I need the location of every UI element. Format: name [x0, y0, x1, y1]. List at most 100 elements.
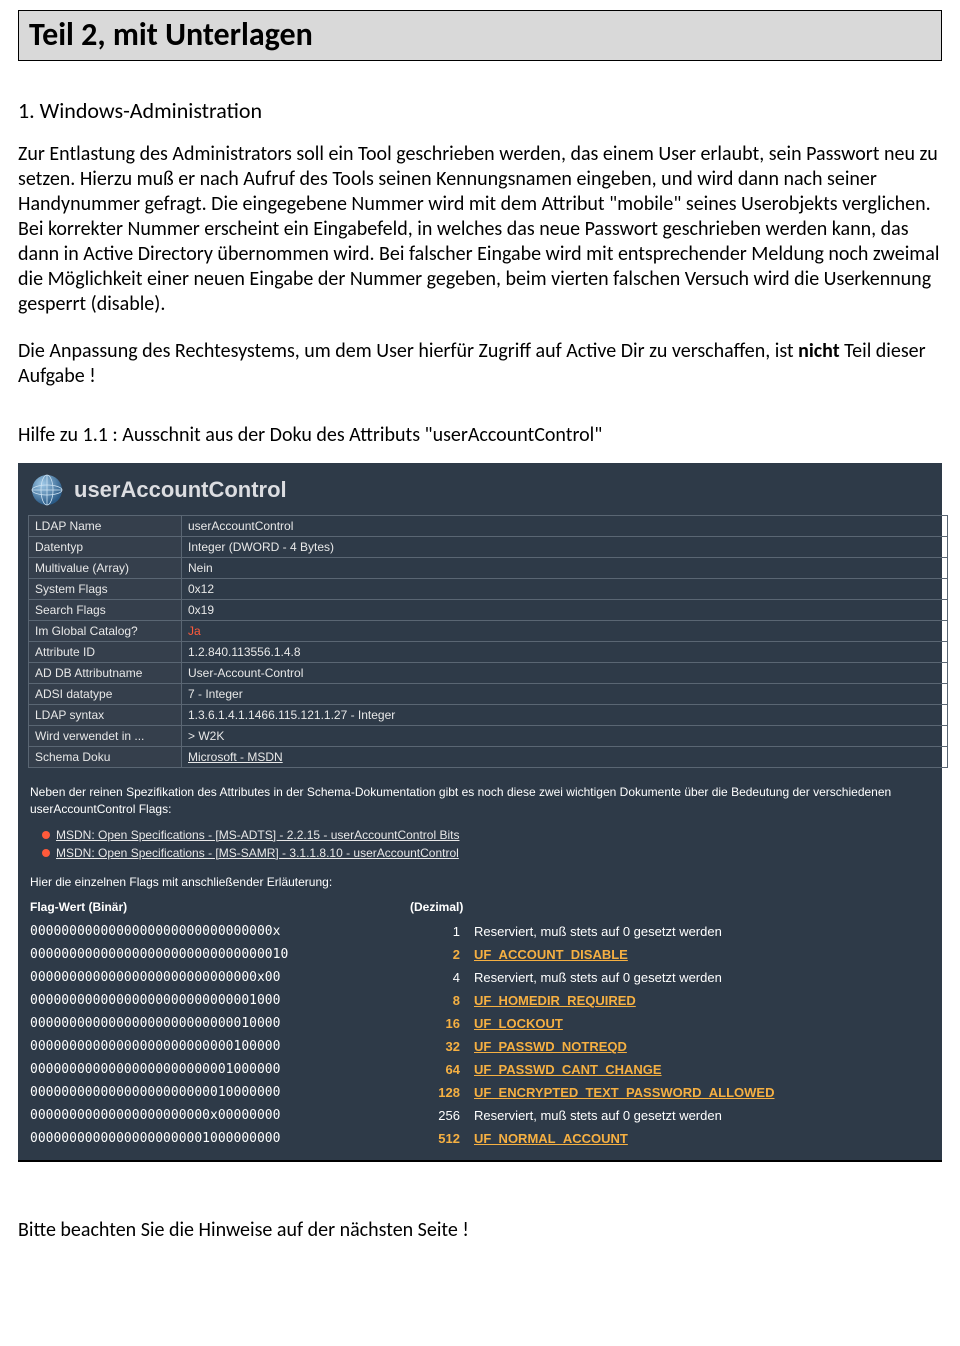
flag-row: 00000000000000000000001000000000512UF_NO…	[18, 1127, 942, 1150]
paragraph-2: Die Anpassung des Rechtesystems, um dem …	[18, 339, 942, 389]
flag-decimal: 64	[410, 1062, 474, 1077]
attr-key: Multivalue (Array)	[29, 558, 182, 579]
panel-intro: Hier die einzelnen Flags mit anschließen…	[18, 868, 942, 897]
table-row: AD DB AttributnameUser-Account-Control	[29, 663, 948, 684]
attr-key: Search Flags	[29, 600, 182, 621]
attr-value: User-Account-Control	[182, 663, 948, 684]
list-item: MSDN: Open Specifications - [MS-ADTS] - …	[42, 826, 930, 844]
flags-list: 0000000000000000000000000000000x1Reservi…	[18, 920, 942, 1150]
flag-desc: Reserviert, muß stets auf 0 gesetzt werd…	[474, 1108, 930, 1123]
page-title: Teil 2, mit Unterlagen	[29, 15, 931, 54]
attr-key: LDAP syntax	[29, 705, 182, 726]
help-heading: Hilfe zu 1.1 : Ausschnit aus der Doku de…	[18, 423, 942, 447]
title-box: Teil 2, mit Unterlagen	[18, 10, 942, 61]
attribute-table: LDAP NameuserAccountControlDatentypInteg…	[28, 515, 948, 768]
attr-value: Nein	[182, 558, 948, 579]
flag-row: 0000000000000000000000000100000064UF_PAS…	[18, 1058, 942, 1081]
doc-link[interactable]: MSDN: Open Specifications - [MS-SAMR] - …	[56, 846, 459, 860]
flag-row: 0000000000000000000000000010000032UF_PAS…	[18, 1035, 942, 1058]
attr-key: Datentyp	[29, 537, 182, 558]
flag-desc[interactable]: UF_ACCOUNT_DISABLE	[474, 947, 930, 962]
attr-value: userAccountControl	[182, 516, 948, 537]
table-row: System Flags0x12	[29, 579, 948, 600]
panel-header: userAccountControl	[18, 463, 942, 515]
attr-value: 7 - Integer	[182, 684, 948, 705]
attr-key: ADSI datatype	[29, 684, 182, 705]
flag-decimal: 8	[410, 993, 474, 1008]
col-header-decimal: (Dezimal)	[410, 900, 474, 914]
flag-binary: 00000000000000000000000x00000000	[30, 1108, 410, 1123]
table-row: Im Global Catalog?Ja	[29, 621, 948, 642]
table-row: Schema DokuMicrosoft - MSDN	[29, 747, 948, 768]
flag-desc[interactable]: UF_LOCKOUT	[474, 1016, 930, 1031]
flag-decimal: 4	[410, 970, 474, 985]
flag-desc[interactable]: UF_NORMAL_ACCOUNT	[474, 1131, 930, 1146]
table-row: ADSI datatype7 - Integer	[29, 684, 948, 705]
panel-note: Neben der reinen Spezifikation des Attri…	[18, 778, 942, 824]
flag-decimal: 256	[410, 1108, 474, 1123]
attr-key: System Flags	[29, 579, 182, 600]
attr-key: Wird verwendet in ...	[29, 726, 182, 747]
flag-row: 00000000000000000000000x00000000256Reser…	[18, 1104, 942, 1127]
section-heading: 1. Windows-Administration	[18, 97, 942, 124]
flags-header: Flag-Wert (Binär) (Dezimal)	[18, 896, 942, 920]
flag-decimal: 128	[410, 1085, 474, 1100]
attr-key: Attribute ID	[29, 642, 182, 663]
attr-key: LDAP Name	[29, 516, 182, 537]
footer-note: Bitte beachten Sie die Hinweise auf der …	[18, 1218, 942, 1242]
flag-binary: 0000000000000000000000000000000x	[30, 924, 410, 939]
col-header-binary: Flag-Wert (Binär)	[30, 900, 410, 914]
bullet-icon	[42, 831, 50, 839]
table-row: Wird verwendet in ...> W2K	[29, 726, 948, 747]
table-row: Search Flags0x19	[29, 600, 948, 621]
flag-decimal: 16	[410, 1016, 474, 1031]
table-row: Attribute ID1.2.840.113556.1.4.8	[29, 642, 948, 663]
attr-key: Schema Doku	[29, 747, 182, 768]
flag-binary: 00000000000000000000000000001000	[30, 993, 410, 1008]
flag-binary: 00000000000000000000000000000x00	[30, 970, 410, 985]
doc-panel: userAccountControl LDAP NameuserAccountC…	[18, 463, 942, 1162]
para2-pre: Die Anpassung des Rechtesystems, um dem …	[18, 339, 798, 363]
attr-key: AD DB Attributname	[29, 663, 182, 684]
flag-desc[interactable]: UF_PASSWD_NOTREQD	[474, 1039, 930, 1054]
attr-value: 1.3.6.1.4.1.1466.115.121.1.27 - Integer	[182, 705, 948, 726]
flag-decimal: 32	[410, 1039, 474, 1054]
flag-binary: 000000000000000000000000000000010	[30, 947, 410, 962]
panel-title: userAccountControl	[74, 477, 287, 503]
attr-value: 0x12	[182, 579, 948, 600]
flag-binary: 00000000000000000000000010000000	[30, 1085, 410, 1100]
flag-binary: 00000000000000000000001000000000	[30, 1131, 410, 1146]
attr-value: Ja	[182, 621, 948, 642]
table-row: Multivalue (Array)Nein	[29, 558, 948, 579]
attr-value: > W2K	[182, 726, 948, 747]
flag-desc[interactable]: UF_PASSWD_CANT_CHANGE	[474, 1062, 930, 1077]
table-row: DatentypInteger (DWORD - 4 Bytes)	[29, 537, 948, 558]
attr-key: Im Global Catalog?	[29, 621, 182, 642]
flag-row: 000000000000000000000000000010008UF_HOME…	[18, 989, 942, 1012]
flag-decimal: 2	[410, 947, 474, 962]
panel-links: MSDN: Open Specifications - [MS-ADTS] - …	[18, 824, 942, 868]
flag-binary: 00000000000000000000000001000000	[30, 1062, 410, 1077]
flag-desc[interactable]: UF_HOMEDIR_REQUIRED	[474, 993, 930, 1008]
flag-binary: 00000000000000000000000000100000	[30, 1039, 410, 1054]
flag-binary: 00000000000000000000000000010000	[30, 1016, 410, 1031]
flag-desc: Reserviert, muß stets auf 0 gesetzt werd…	[474, 970, 930, 985]
flag-row: 00000000000000000000000010000000128UF_EN…	[18, 1081, 942, 1104]
flag-row: 0000000000000000000000000000000102UF_ACC…	[18, 943, 942, 966]
para2-bold: nicht	[798, 339, 840, 363]
flag-desc[interactable]: UF_ENCRYPTED_TEXT_PASSWORD_ALLOWED	[474, 1085, 930, 1100]
flag-desc: Reserviert, muß stets auf 0 gesetzt werd…	[474, 924, 930, 939]
bullet-icon	[42, 849, 50, 857]
attr-value: Microsoft - MSDN	[182, 747, 948, 768]
doc-link[interactable]: MSDN: Open Specifications - [MS-ADTS] - …	[56, 828, 459, 842]
table-row: LDAP syntax1.3.6.1.4.1.1466.115.121.1.27…	[29, 705, 948, 726]
flag-row: 00000000000000000000000000000x004Reservi…	[18, 966, 942, 989]
attr-value: 1.2.840.113556.1.4.8	[182, 642, 948, 663]
flag-row: 0000000000000000000000000000000x1Reservi…	[18, 920, 942, 943]
flag-row: 0000000000000000000000000001000016UF_LOC…	[18, 1012, 942, 1035]
table-row: LDAP NameuserAccountControl	[29, 516, 948, 537]
paragraph-1: Zur Entlastung des Administrators soll e…	[18, 142, 942, 317]
attr-value: Integer (DWORD - 4 Bytes)	[182, 537, 948, 558]
list-item: MSDN: Open Specifications - [MS-SAMR] - …	[42, 844, 930, 862]
globe-icon	[30, 473, 64, 507]
